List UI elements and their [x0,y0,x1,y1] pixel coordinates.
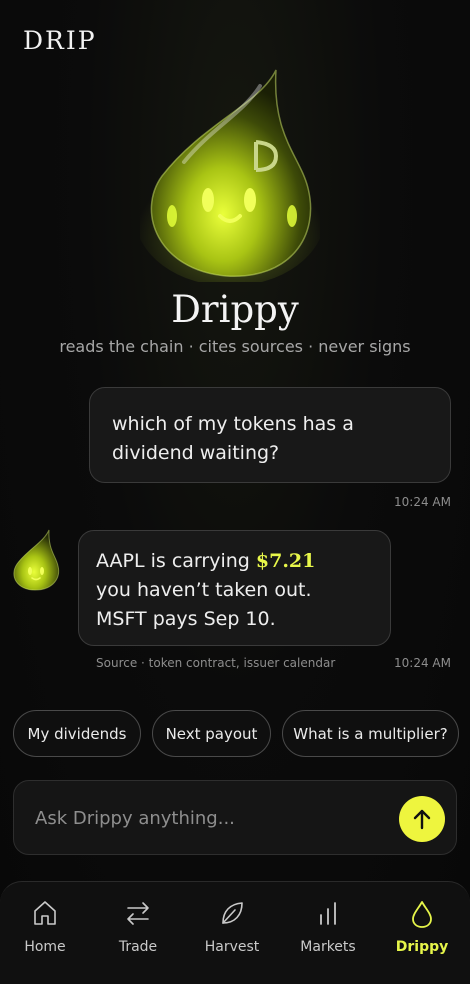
chat-input[interactable]: Ask Drippy anything... [13,780,457,855]
user-message-bubble: which of my tokens has a dividend waitin… [89,387,451,483]
bar-chart-icon [320,902,336,925]
tab-drippy[interactable]: Drippy [375,882,469,984]
suggestion-chip-multiplier[interactable]: What is a multiplier? [282,710,459,757]
suggestion-chip-my-dividends[interactable]: My dividends [13,710,141,757]
home-icon [34,901,56,925]
tab-label: Drippy [395,939,449,955]
tab-label: Home [24,939,66,955]
bottom-tab-bar: Home Trade Harvest Markets Drippy [0,881,470,984]
message-source: Source · token contract, issuer calendar [96,656,336,670]
assistant-message-line: AAPL is carrying $7.21 [96,547,373,576]
app-brand: DRIP [23,26,97,55]
assistant-message-time: 10:24 AM [394,656,451,670]
assistant-message-line: MSFT pays Sep 10. [96,608,276,630]
assistant-title: Drippy [171,288,299,331]
user-message-time: 10:24 AM [394,495,451,509]
drippy-mascot-icon [140,69,320,282]
tab-harvest[interactable]: Harvest [185,882,279,984]
chat-input-placeholder: Ask Drippy anything... [35,808,235,829]
tab-label: Markets [300,939,356,955]
tab-home[interactable]: Home [0,882,92,984]
tab-markets[interactable]: Markets [281,882,375,984]
suggestion-chip-next-payout[interactable]: Next payout [152,710,271,757]
assistant-tagline: reads the chain · cites sources · never … [59,337,411,356]
tab-trade[interactable]: Trade [91,882,185,984]
user-message-line: dividend waiting? [112,442,280,464]
arrow-up-icon [413,809,431,830]
user-message-line: which of my tokens has a [112,413,354,435]
assistant-message-text: AAPL is carrying [96,550,256,572]
assistant-message-bubble: AAPL is carrying $7.21 you haven’t taken… [78,530,391,646]
tab-label: Harvest [204,939,260,955]
assistant-message-line: you haven’t taken out. [96,579,312,601]
send-button[interactable] [399,796,445,842]
leaf-icon [222,902,243,924]
droplet-icon [412,901,432,928]
arrows-swap-icon [127,902,149,925]
tab-label: Trade [118,939,158,955]
drippy-avatar-icon [13,529,60,591]
dividend-amount: $7.21 [255,550,316,572]
